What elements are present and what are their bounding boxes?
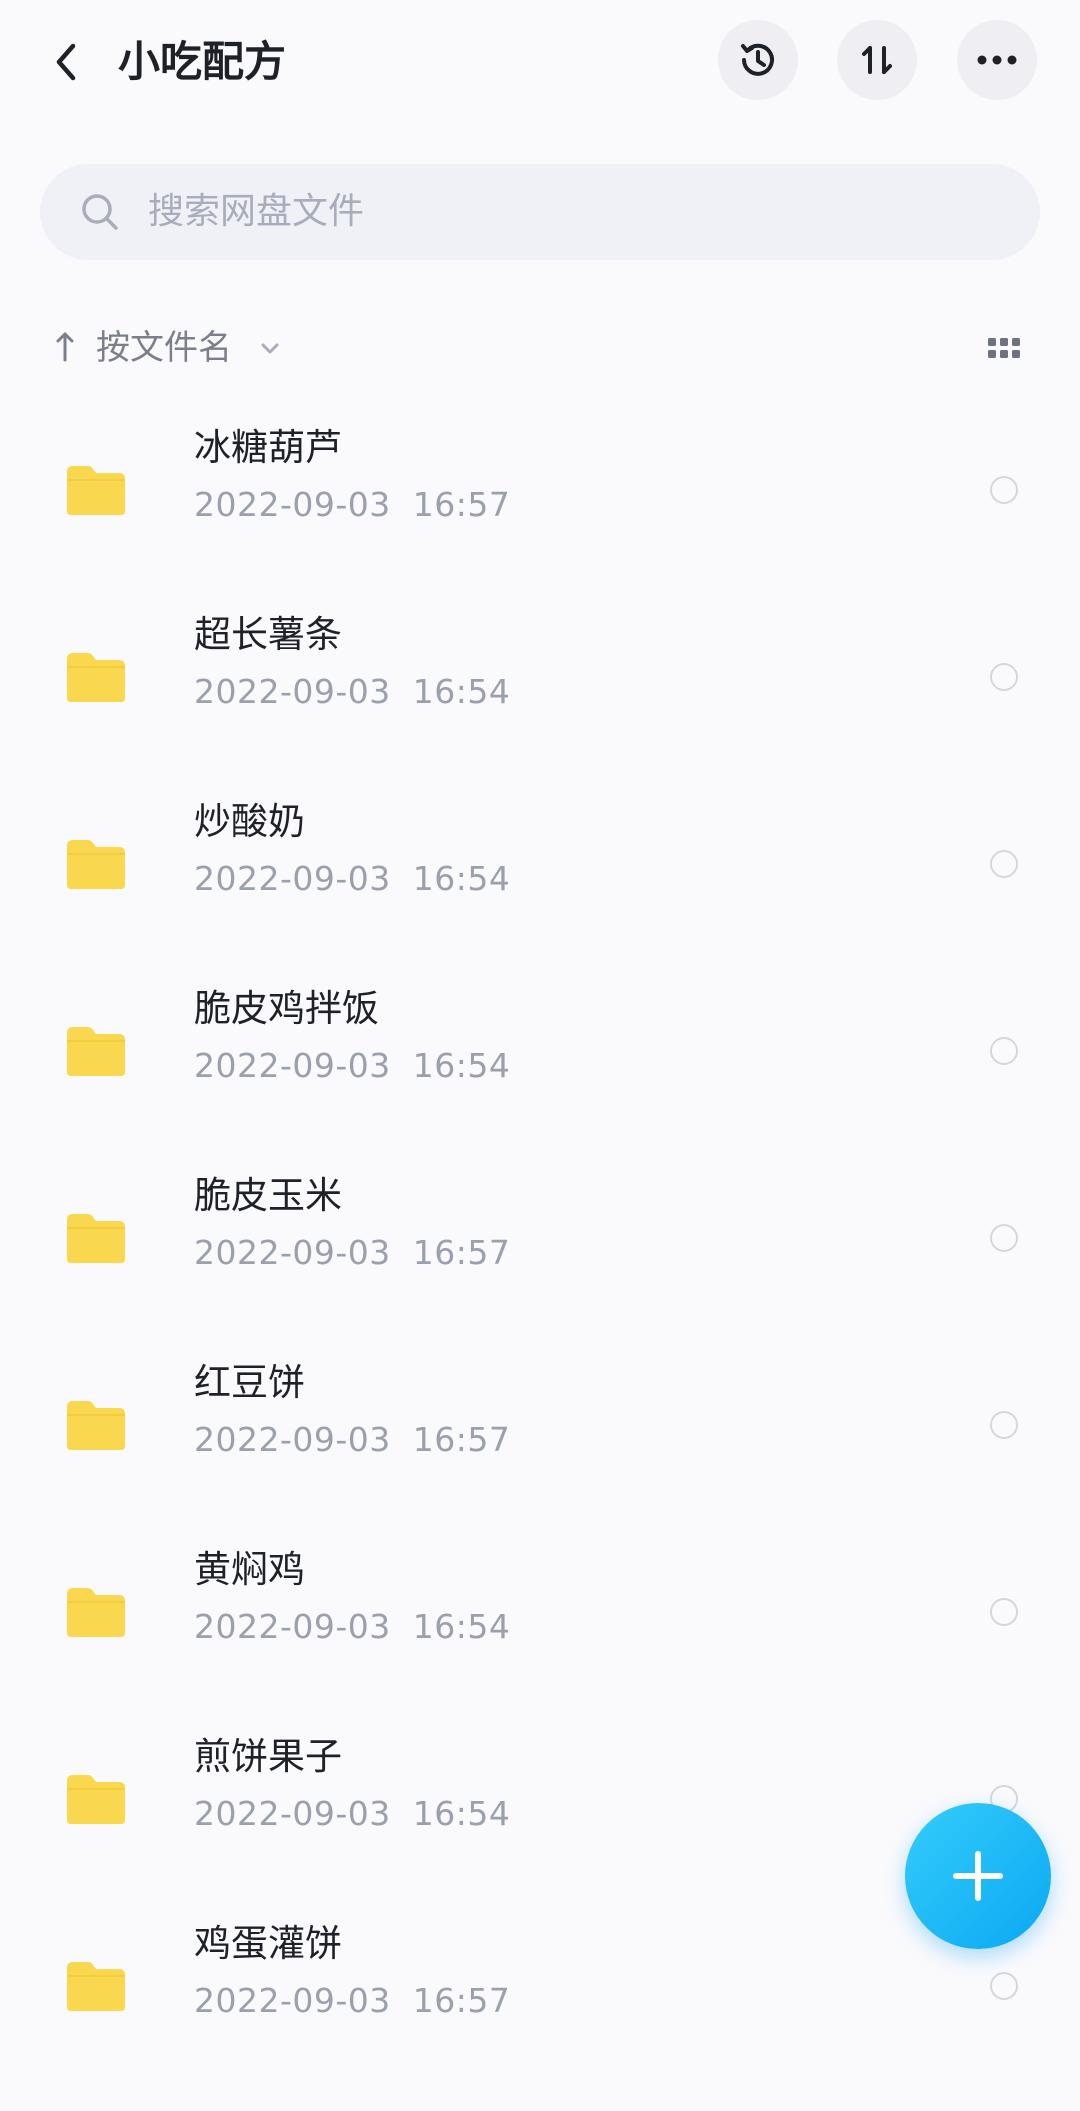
chevron-down-icon[interactable] — [258, 336, 282, 360]
arrow-up-icon[interactable] — [52, 328, 78, 368]
folder-icon — [67, 1027, 125, 1076]
history-icon — [741, 43, 774, 76]
select-checkbox[interactable] — [990, 476, 1018, 504]
file-name: 脆皮鸡拌饭 — [194, 987, 379, 1030]
file-date: 2022-09-03 16:54 — [194, 672, 511, 711]
file-date: 2022-09-03 16:54 — [194, 1607, 511, 1646]
file-name: 超长薯条 — [194, 613, 342, 656]
plus-icon — [953, 1851, 1003, 1901]
folder-icon — [67, 1962, 125, 2011]
file-name: 红豆饼 — [194, 1361, 305, 1404]
file-date: 2022-09-03 16:57 — [194, 1420, 511, 1459]
file-date: 2022-09-03 16:57 — [194, 1981, 511, 2020]
file-name: 鸡蛋灌饼 — [194, 1922, 342, 1965]
more-button[interactable] — [957, 20, 1037, 100]
file-date: 2022-09-03 16:54 — [194, 1794, 511, 1833]
select-checkbox[interactable] — [990, 663, 1018, 691]
file-name: 脆皮玉米 — [194, 1174, 342, 1217]
file-date: 2022-09-03 16:54 — [194, 859, 511, 898]
sort-swap-icon — [862, 46, 892, 74]
folder-icon — [67, 1401, 125, 1450]
file-row[interactable]: 红豆饼 2022-09-03 16:57 — [0, 1339, 1080, 1526]
search-icon — [82, 194, 118, 230]
back-button[interactable] — [44, 34, 88, 90]
file-row[interactable]: 脆皮玉米 2022-09-03 16:57 — [0, 1152, 1080, 1339]
search-placeholder: 搜索网盘文件 — [148, 191, 365, 232]
chevron-left-icon — [56, 43, 76, 81]
file-name: 冰糖葫芦 — [194, 426, 342, 469]
more-icon — [977, 55, 1017, 65]
file-name: 炒酸奶 — [194, 800, 305, 843]
file-date: 2022-09-03 16:54 — [194, 1046, 511, 1085]
file-row[interactable]: 冰糖葫芦 2022-09-03 16:57 — [0, 404, 1080, 591]
file-row[interactable]: 炒酸奶 2022-09-03 16:54 — [0, 778, 1080, 965]
folder-icon — [67, 1214, 125, 1263]
file-browser-page: 小吃配方 搜索网盘文件 按文件名 冰糖葫芦 2022-09-03 16:57 超… — [0, 0, 1080, 2111]
file-date: 2022-09-03 16:57 — [194, 1233, 511, 1272]
select-checkbox[interactable] — [990, 1037, 1018, 1065]
file-row[interactable]: 鸡蛋灌饼 2022-09-03 16:57 — [0, 1900, 1080, 2087]
file-row[interactable]: 超长薯条 2022-09-03 16:54 — [0, 591, 1080, 778]
folder-icon — [67, 840, 125, 889]
file-name: 煎饼果子 — [194, 1735, 342, 1778]
file-name: 黄焖鸡 — [194, 1548, 305, 1591]
select-checkbox[interactable] — [990, 1411, 1018, 1439]
sort-label[interactable]: 按文件名 — [96, 322, 232, 374]
sort-swap-button[interactable] — [837, 20, 917, 100]
select-checkbox[interactable] — [990, 1598, 1018, 1626]
search-bar[interactable]: 搜索网盘文件 — [40, 164, 1040, 260]
file-row[interactable]: 脆皮鸡拌饭 2022-09-03 16:54 — [0, 965, 1080, 1152]
file-date: 2022-09-03 16:57 — [194, 485, 511, 524]
select-checkbox[interactable] — [990, 850, 1018, 878]
folder-icon — [67, 1588, 125, 1637]
select-checkbox[interactable] — [990, 1972, 1018, 2000]
folder-icon — [67, 466, 125, 515]
sort-bar: 按文件名 — [0, 318, 1080, 378]
history-button[interactable] — [718, 20, 798, 100]
file-row[interactable]: 黄焖鸡 2022-09-03 16:54 — [0, 1526, 1080, 1713]
folder-icon — [67, 653, 125, 702]
folder-icon — [67, 1775, 125, 1824]
top-bar: 小吃配方 — [0, 0, 1080, 125]
select-checkbox[interactable] — [990, 1224, 1018, 1252]
page-title: 小吃配方 — [118, 37, 287, 86]
grid-view-icon[interactable] — [986, 330, 1022, 366]
add-button[interactable] — [905, 1803, 1051, 1949]
